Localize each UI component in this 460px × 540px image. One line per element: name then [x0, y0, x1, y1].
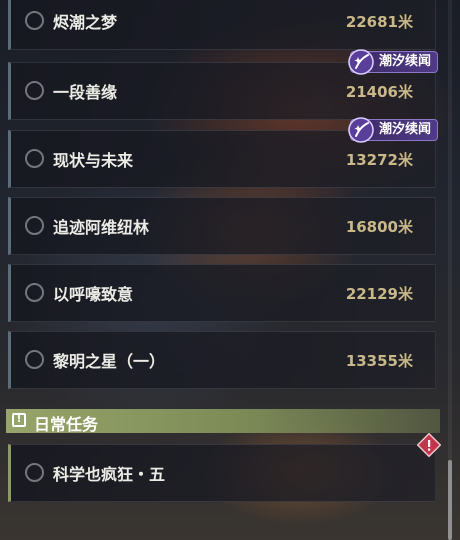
quest-item[interactable]: 现状与未来 13272米 潮汐续闻	[8, 117, 438, 188]
quest-distance: 16800米	[345, 218, 413, 236]
quest-distance: 22681米	[345, 13, 413, 31]
quest-item[interactable]: 烬潮之梦 22681米	[8, 0, 436, 50]
quest-title: 以呼嚎致意	[53, 285, 134, 304]
quest-item[interactable]: 一段善缘 21406米 潮汐续闻	[8, 49, 438, 120]
tidal-tale-badge: 潮汐续闻	[348, 49, 438, 75]
tidal-tale-badge: 潮汐续闻	[348, 117, 438, 143]
sparkle-icon	[348, 49, 374, 75]
quest-title: 科学也疯狂・五	[53, 465, 166, 484]
quest-distance: 22129米	[345, 285, 413, 303]
quest-item[interactable]: 黎明之星（一） 13355米	[8, 331, 436, 389]
quest-title: 现状与未来	[53, 151, 134, 170]
quest-item[interactable]: 以呼嚎致意 22129米	[8, 264, 436, 322]
quest-item[interactable]: 追迹阿维纽林 16800米	[8, 197, 436, 255]
quest-title: 一段善缘	[53, 83, 118, 102]
daily-quest-item[interactable]: 科学也疯狂・五	[8, 433, 441, 502]
badge-label: 潮汐续闻	[378, 54, 431, 69]
section-title: 日常任务	[34, 415, 99, 434]
quest-title: 黎明之星（一）	[53, 352, 166, 371]
warning-diamond-icon	[417, 433, 441, 457]
quest-track-toggle[interactable]	[25, 283, 44, 302]
scrollbar-track[interactable]	[448, 0, 452, 540]
quest-track-toggle[interactable]	[25, 149, 44, 168]
quest-title: 追迹阿维纽林	[53, 218, 150, 237]
badge-label: 潮汐续闻	[378, 122, 431, 137]
quest-list: 烬潮之梦 22681米 一段善缘 21406米 潮汐续闻 现状与未来 13272…	[0, 0, 460, 540]
quest-distance: 13355米	[345, 352, 413, 370]
quest-track-toggle[interactable]	[25, 350, 44, 369]
quest-track-toggle[interactable]	[25, 81, 44, 100]
scrollbar-thumb[interactable]	[448, 460, 452, 540]
quest-track-toggle[interactable]	[25, 216, 44, 235]
exclamation-box-icon: !	[12, 413, 26, 427]
daily-quests-header: ! 日常任务	[6, 409, 440, 434]
quest-distance: 13272米	[345, 151, 413, 169]
sparkle-icon	[348, 117, 374, 143]
quest-track-toggle[interactable]	[25, 11, 44, 30]
quest-distance: 21406米	[345, 83, 413, 101]
quest-title: 烬潮之梦	[53, 13, 118, 32]
quest-track-toggle[interactable]	[25, 463, 44, 482]
